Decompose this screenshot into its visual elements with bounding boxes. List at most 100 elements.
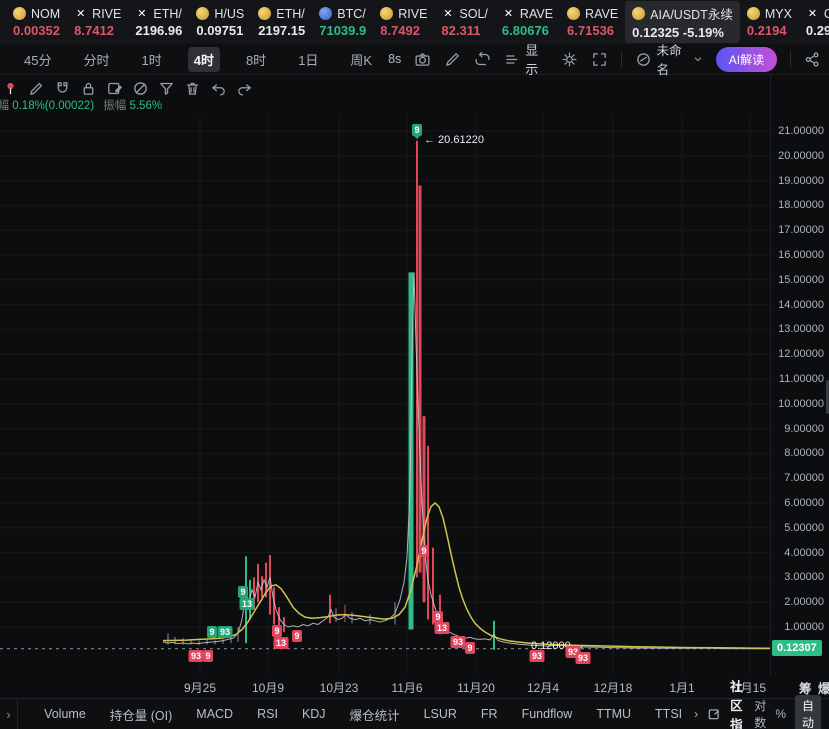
- trash-icon[interactable]: [184, 80, 201, 97]
- indicator-tabs: Volume 持仓量 (OI) MACD RSI KDJ 爆仓统计 LSUR FR Fundfl…: [32, 705, 694, 724]
- indicator-tab-持仓量-oi-[interactable]: 持仓量 (OI): [98, 705, 185, 724]
- indicator-tab-lsur[interactable]: LSUR: [412, 707, 469, 721]
- ticker-item-btc-[interactable]: BTC/71039.9: [312, 4, 373, 41]
- timeframe-tab-周K[interactable]: 周K: [344, 47, 378, 72]
- ticker-item-eth-[interactable]: ✕ ETH/2196.96: [128, 4, 189, 41]
- timeframe-tab-1时[interactable]: 1时: [135, 47, 167, 72]
- ticker-symbol: COAI: [823, 6, 829, 21]
- ticker-item-rive[interactable]: RIVE 8.7492: [373, 4, 434, 41]
- indicator-tab-ttmu[interactable]: TTMU: [584, 707, 643, 721]
- ticker-price: 6.80676: [501, 22, 549, 38]
- ticker-item-rave[interactable]: RAVE 6.71536: [560, 4, 625, 41]
- change-value: 0.18%(0.00022): [12, 100, 95, 111]
- collapse-chevron[interactable]: ›: [0, 699, 19, 729]
- timeframe-tab-4时[interactable]: 4时: [187, 46, 220, 72]
- y-axis-label: 2.00000: [784, 596, 824, 609]
- hide-circle-icon[interactable]: [132, 80, 149, 97]
- auto-scale-toggle[interactable]: 自动: [794, 695, 821, 729]
- price-axis[interactable]: 21.00000 20.00000 19.00000 18.00000 17.00000…: [770, 75, 829, 675]
- ticker-item-sol-[interactable]: ✕ SOL/82.311: [434, 4, 495, 41]
- y-axis-label: 3.00000: [784, 571, 824, 584]
- edit-box-icon[interactable]: [707, 707, 721, 721]
- ticker-symbol: ETH/: [153, 6, 182, 21]
- y-axis-label: 14.00000: [778, 298, 824, 311]
- coin-icon: [746, 7, 760, 20]
- timeframe-tab-1日[interactable]: 1日: [292, 47, 324, 72]
- ai-analysis-button[interactable]: AI解读: [715, 46, 778, 72]
- camera-icon[interactable]: [414, 50, 431, 68]
- divider: [790, 51, 791, 67]
- indicator-tab-fr[interactable]: FR: [469, 707, 510, 721]
- coin-icon: ✕: [137, 8, 147, 20]
- current-price-badge: 0.12307: [772, 639, 822, 656]
- display-toggle[interactable]: 显示: [504, 40, 547, 78]
- note-edit-icon[interactable]: [106, 80, 123, 97]
- indicator-tab-爆仓统计[interactable]: 爆仓统计: [338, 705, 412, 724]
- coin-icon: [196, 7, 210, 20]
- undo-icon[interactable]: [210, 80, 227, 97]
- y-axis-label: 5.00000: [784, 521, 824, 534]
- percent-scale-toggle[interactable]: %: [775, 707, 786, 721]
- indicator-tab-ttsi[interactable]: TTSI: [643, 707, 694, 721]
- indicator-tab-kdj[interactable]: KDJ: [290, 707, 338, 721]
- layout-selector[interactable]: 未命名: [635, 40, 703, 78]
- coin-icon: ✕: [807, 8, 818, 20]
- stats-line: 涨幅 0.18%(0.00022) 振幅 5.56%: [0, 97, 162, 111]
- timeframe-tab-8时[interactable]: 8时: [240, 47, 272, 72]
- timeframe-tab-45分[interactable]: 45分: [18, 47, 57, 72]
- ticker-symbol: SOL/: [459, 6, 488, 21]
- coin-icon: ✕: [76, 8, 86, 20]
- lock-icon[interactable]: [80, 80, 97, 97]
- ticker-price: 2196.96: [135, 22, 183, 38]
- share-icon[interactable]: [804, 50, 821, 68]
- ticker-price: 6.71536: [567, 22, 615, 38]
- ticker-price: 71039.9: [319, 22, 367, 38]
- redo-icon[interactable]: [236, 80, 253, 97]
- indicator-tab-fundflow[interactable]: Fundflow: [510, 707, 585, 721]
- list-icon: [504, 50, 521, 68]
- ticker-symbol: RAVE: [585, 6, 619, 21]
- ticker-price: 0.12325 -5.19%: [632, 25, 724, 40]
- indicator-tab-macd[interactable]: MACD: [184, 707, 245, 721]
- candlestick-chart[interactable]: ← 20.61220 0.12000 → 9 9 13 9 93 93 9 9 13 9 9 9 13 93 9…: [0, 75, 770, 675]
- ticker-item-rive[interactable]: ✕ RIVE 8.7412: [67, 4, 128, 41]
- ticker-price: 8.7412: [74, 22, 114, 38]
- x-axis-label: 11月6: [391, 681, 423, 695]
- replay-icon[interactable]: [474, 50, 491, 68]
- ticker-item-myx[interactable]: MYX 0.2194: [740, 4, 799, 41]
- coin-icon: [567, 7, 581, 20]
- x-axis-label: 11月20: [457, 681, 495, 695]
- gear-icon[interactable]: [561, 50, 578, 68]
- ticker-price: 0.00352: [13, 22, 60, 38]
- indicator-tab-rsi[interactable]: RSI: [245, 707, 290, 721]
- funnel-icon[interactable]: [158, 80, 175, 97]
- y-axis-label: 12.00000: [778, 348, 824, 361]
- display-label: 显示: [525, 43, 539, 77]
- chart-controls: 8s 显示 未命名 AI解读: [388, 40, 821, 78]
- amplitude-label: 振幅: [103, 100, 127, 111]
- marker-pin-icon[interactable]: [2, 80, 19, 97]
- ticker-item-h-us[interactable]: H/US 0.09751: [189, 4, 251, 41]
- magnet-icon[interactable]: [54, 80, 71, 97]
- ticker-item-eth-[interactable]: ETH/2197.15: [251, 4, 312, 41]
- pencil-icon[interactable]: [28, 80, 45, 97]
- interval-label[interactable]: 8s: [388, 52, 401, 66]
- trading-app: NOM 0.00352 ✕ RIVE 8.7412 ✕ ETH/2196.96 H/US 0.0…: [0, 0, 829, 729]
- coin-icon: [258, 7, 272, 20]
- ticker-symbol: RIVE: [92, 6, 122, 21]
- indicator-tab-volume[interactable]: Volume: [32, 707, 98, 721]
- ticker-symbol: MYX: [764, 6, 792, 21]
- expand-icon[interactable]: [591, 50, 608, 68]
- ticker-item-coai[interactable]: ✕ COAI0.2982: [799, 4, 829, 41]
- ticker-item-aia-usdt-[interactable]: AIA/USDT永续 0.12325 -5.19%: [625, 1, 740, 43]
- ticker-item-nom[interactable]: NOM 0.00352: [6, 4, 67, 41]
- log-scale-toggle[interactable]: 对数: [754, 697, 766, 729]
- ticker-item-rave[interactable]: ✕ RAVE 6.80676: [495, 4, 560, 41]
- more-chevron-icon[interactable]: ›: [694, 707, 698, 721]
- tab-community-indicators[interactable]: 社区指标: [730, 676, 745, 729]
- timeframe-tab-分时[interactable]: 分时: [77, 47, 115, 72]
- edit-icon[interactable]: [444, 50, 461, 68]
- amplitude-value: 5.56%: [129, 100, 163, 111]
- x-axis-label: 1月1: [669, 681, 695, 695]
- ticker-bar: NOM 0.00352 ✕ RIVE 8.7412 ✕ ETH/2196.96 H/US 0.0…: [0, 0, 829, 44]
